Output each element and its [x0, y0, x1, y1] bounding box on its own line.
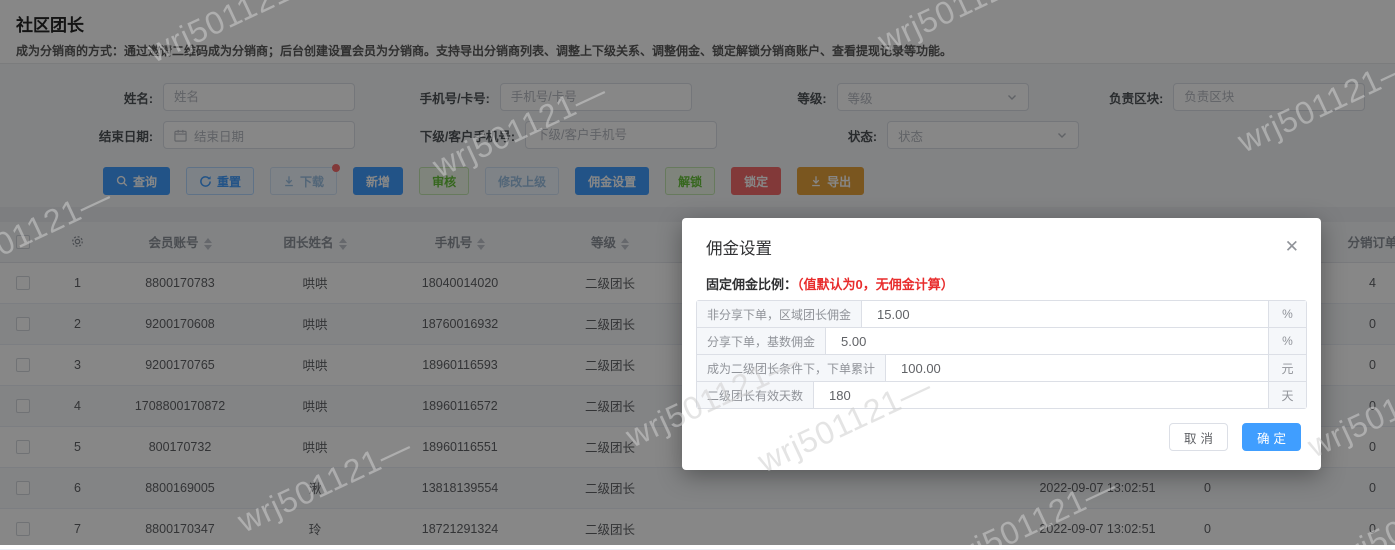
dialog-footer: 取消 确定: [1169, 423, 1301, 451]
share-commission-input[interactable]: [826, 328, 1268, 354]
upgrade-threshold-input[interactable]: [886, 355, 1268, 381]
dialog-title: 佣金设置: [706, 240, 772, 258]
unit-label: %: [1268, 301, 1306, 327]
fixed-commission-label: 固定佣金比例：: [706, 277, 798, 292]
confirm-button[interactable]: 确定: [1242, 423, 1301, 451]
nonshare-commission-input[interactable]: [862, 301, 1268, 327]
field-valid-days: 二级团长有效天数 天: [696, 381, 1307, 409]
field-upgrade-threshold: 成为二级团长条件下，下单累计 元: [696, 354, 1307, 382]
field-share-commission: 分享下单，基数佣金 %: [696, 327, 1307, 355]
close-icon[interactable]: ✕: [1285, 238, 1299, 255]
field-label: 非分享下单，区域团长佣金: [697, 301, 863, 327]
field-label: 二级团长有效天数: [697, 382, 815, 408]
unit-label: %: [1268, 328, 1306, 354]
valid-days-input[interactable]: [814, 382, 1268, 408]
field-label: 成为二级团长条件下，下单累计: [697, 355, 887, 381]
commission-settings-dialog: 佣金设置 ✕ 固定佣金比例：（值默认为0，无佣金计算） 非分享下单，区域团长佣金…: [682, 218, 1321, 470]
cancel-button[interactable]: 取消: [1169, 423, 1228, 451]
field-nonshare-commission: 非分享下单，区域团长佣金 %: [696, 300, 1307, 328]
dialog-body: 非分享下单，区域团长佣金 % 分享下单，基数佣金 % 成为二级团长条件下，下单累…: [682, 293, 1321, 409]
field-label: 分享下单，基数佣金: [697, 328, 827, 354]
unit-label: 天: [1268, 382, 1306, 408]
unit-label: 元: [1268, 355, 1306, 381]
default-zero-hint: （值默认为0，无佣金计算）: [797, 277, 954, 292]
